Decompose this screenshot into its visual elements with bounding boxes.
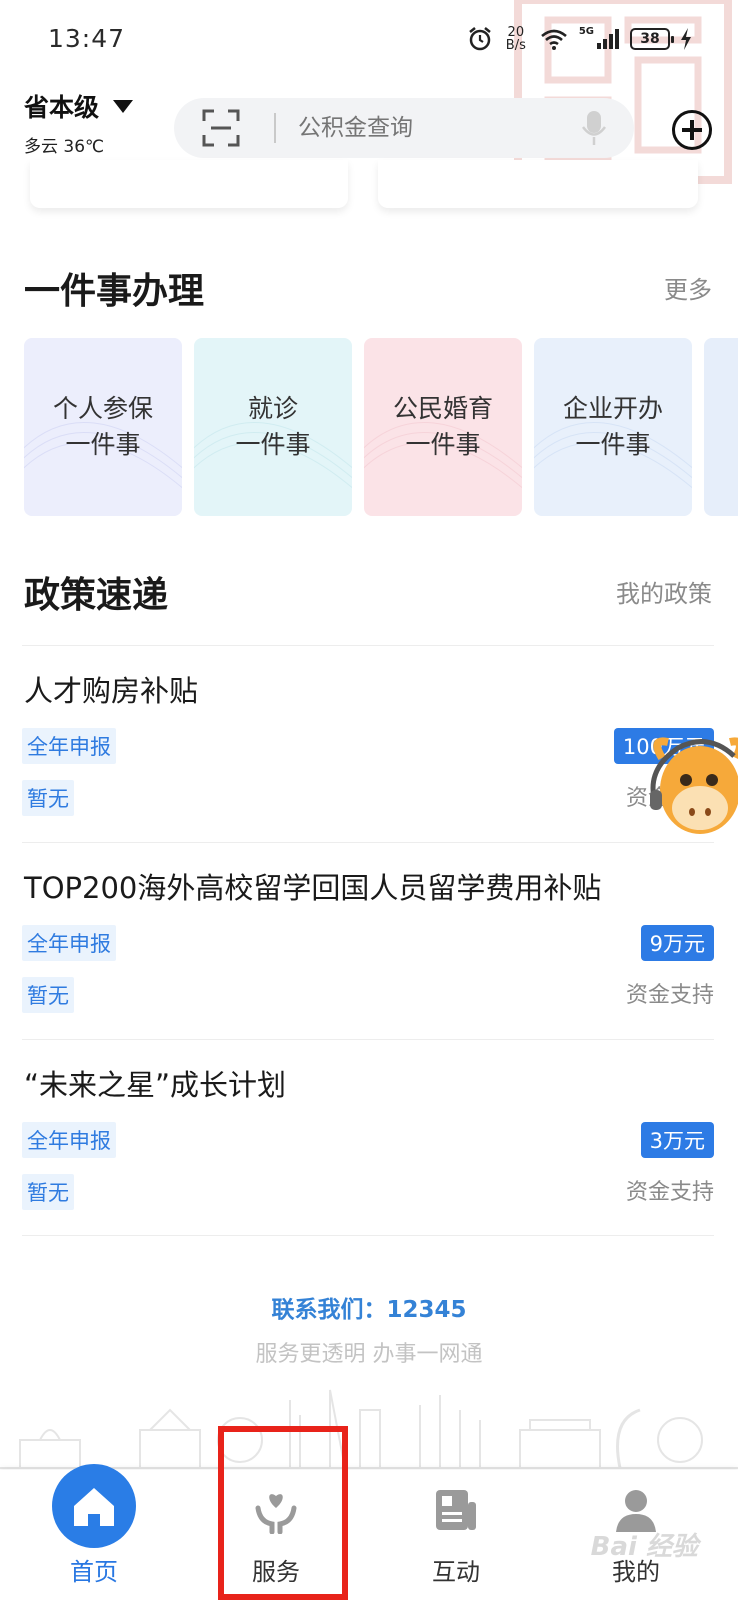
one-thing-card-marriage[interactable]: 公民婚育 一件事 (364, 338, 522, 516)
status-time: 13:47 (48, 24, 126, 53)
policy-item[interactable]: 人才购房补贴 全年申报 暂无 100万元 资金支持 (22, 645, 714, 842)
status-tag: 暂无 (22, 780, 74, 816)
more-link[interactable]: 更多 (664, 270, 712, 305)
card-label: 公民婚育 一件事 (392, 394, 493, 459)
microphone-icon[interactable] (582, 110, 606, 146)
one-thing-card-list: 个人参保 一件事 就诊 一件事 公民婚育 一件事 企业开办 一件事 (24, 338, 738, 516)
contact-us-link[interactable]: 联系我们：12345 (0, 1290, 738, 1324)
status-bar: 13:47 20 B/s 5G 38 (0, 0, 738, 184)
nav-label: 互动 (432, 1558, 480, 1586)
nav-interact[interactable]: 互动 (376, 1470, 536, 1600)
network-type: 5G (578, 26, 594, 37)
news-icon (436, 1490, 476, 1530)
home-icon-glyph (74, 1488, 114, 1526)
net-speed: 20 B/s (503, 26, 529, 52)
home-icon (52, 1464, 136, 1548)
charging-icon (681, 28, 691, 50)
one-thing-title: 一件事办理 (24, 271, 205, 312)
amount-caption: 资金支持 (625, 1180, 714, 1205)
apply-period-tag: 全年申报 (22, 1122, 116, 1158)
status-icons: 20 B/s 5G 38 (467, 26, 692, 52)
signal-icon (597, 29, 619, 49)
region-selector[interactable]: 省本级 多云 36℃ (24, 88, 134, 157)
amount-caption: 资金支持 (625, 983, 714, 1008)
add-button[interactable] (672, 110, 712, 150)
mascot-assistant-icon[interactable] (648, 728, 738, 850)
card-label: 企业开办 一件事 (562, 394, 663, 459)
weather-text: 多云 36℃ (24, 137, 105, 157)
search-divider (274, 113, 276, 143)
status-tag: 暂无 (22, 977, 74, 1013)
search-input[interactable] (298, 115, 558, 141)
policy-item[interactable]: TOP200海外高校留学回国人员留学费用补贴 全年申报 暂无 9万元 资金支持 (22, 842, 714, 1039)
policy-item-title: “未来之星”成长计划 (24, 1068, 287, 1102)
policy-item-title: 人才购房补贴 (24, 674, 199, 708)
scan-icon[interactable] (202, 109, 240, 147)
policy-item-title: TOP200海外高校留学回国人员留学费用补贴 (24, 871, 602, 905)
baidu-watermark: Bai 经验 (590, 1532, 698, 1562)
one-thing-card-medical[interactable]: 就诊 一件事 (194, 338, 352, 516)
apply-period-tag: 全年申报 (22, 728, 116, 764)
card-label: 个人参保 一件事 (52, 394, 153, 459)
policy-title: 政策速递 (24, 575, 169, 616)
net-speed-unit: B/s (505, 38, 526, 53)
wifi-icon (540, 29, 567, 50)
one-thing-card-insurance[interactable]: 个人参保 一件事 (24, 338, 182, 516)
policy-list: 人才购房补贴 全年申报 暂无 100万元 资金支持 TOP200海外高校留学回国… (22, 645, 714, 1236)
amount-badge: 3万元 (640, 1122, 714, 1158)
my-policy-link[interactable]: 我的政策 (616, 574, 712, 609)
caret-down-icon (113, 99, 134, 113)
nav-label: 首页 (70, 1558, 118, 1586)
region-label: 省本级 (24, 93, 100, 122)
one-thing-card-business[interactable]: 企业开办 一件事 (534, 338, 692, 516)
one-thing-card-partial[interactable] (704, 338, 738, 516)
card-label: 就诊 一件事 (235, 394, 311, 459)
battery-icon: 38 (630, 28, 674, 50)
policy-item[interactable]: “未来之星”成长计划 全年申报 暂无 3万元 资金支持 (22, 1039, 714, 1236)
region-name[interactable]: 省本级 (24, 88, 134, 124)
scrolled-card-row (0, 160, 738, 210)
nav-home[interactable]: 首页 (14, 1464, 174, 1600)
status-tag: 暂无 (22, 1174, 74, 1210)
search-bar[interactable] (174, 98, 634, 158)
slogan-text: 服务更透明 办事一网通 (255, 1342, 483, 1367)
amount-badge: 9万元 (640, 925, 714, 961)
partial-card[interactable] (378, 160, 698, 208)
city-skyline-image (0, 1389, 738, 1469)
partial-card[interactable] (30, 160, 348, 208)
alarm-icon (469, 27, 491, 51)
red-highlight-annotation (218, 1426, 348, 1600)
apply-period-tag: 全年申报 (22, 925, 116, 961)
